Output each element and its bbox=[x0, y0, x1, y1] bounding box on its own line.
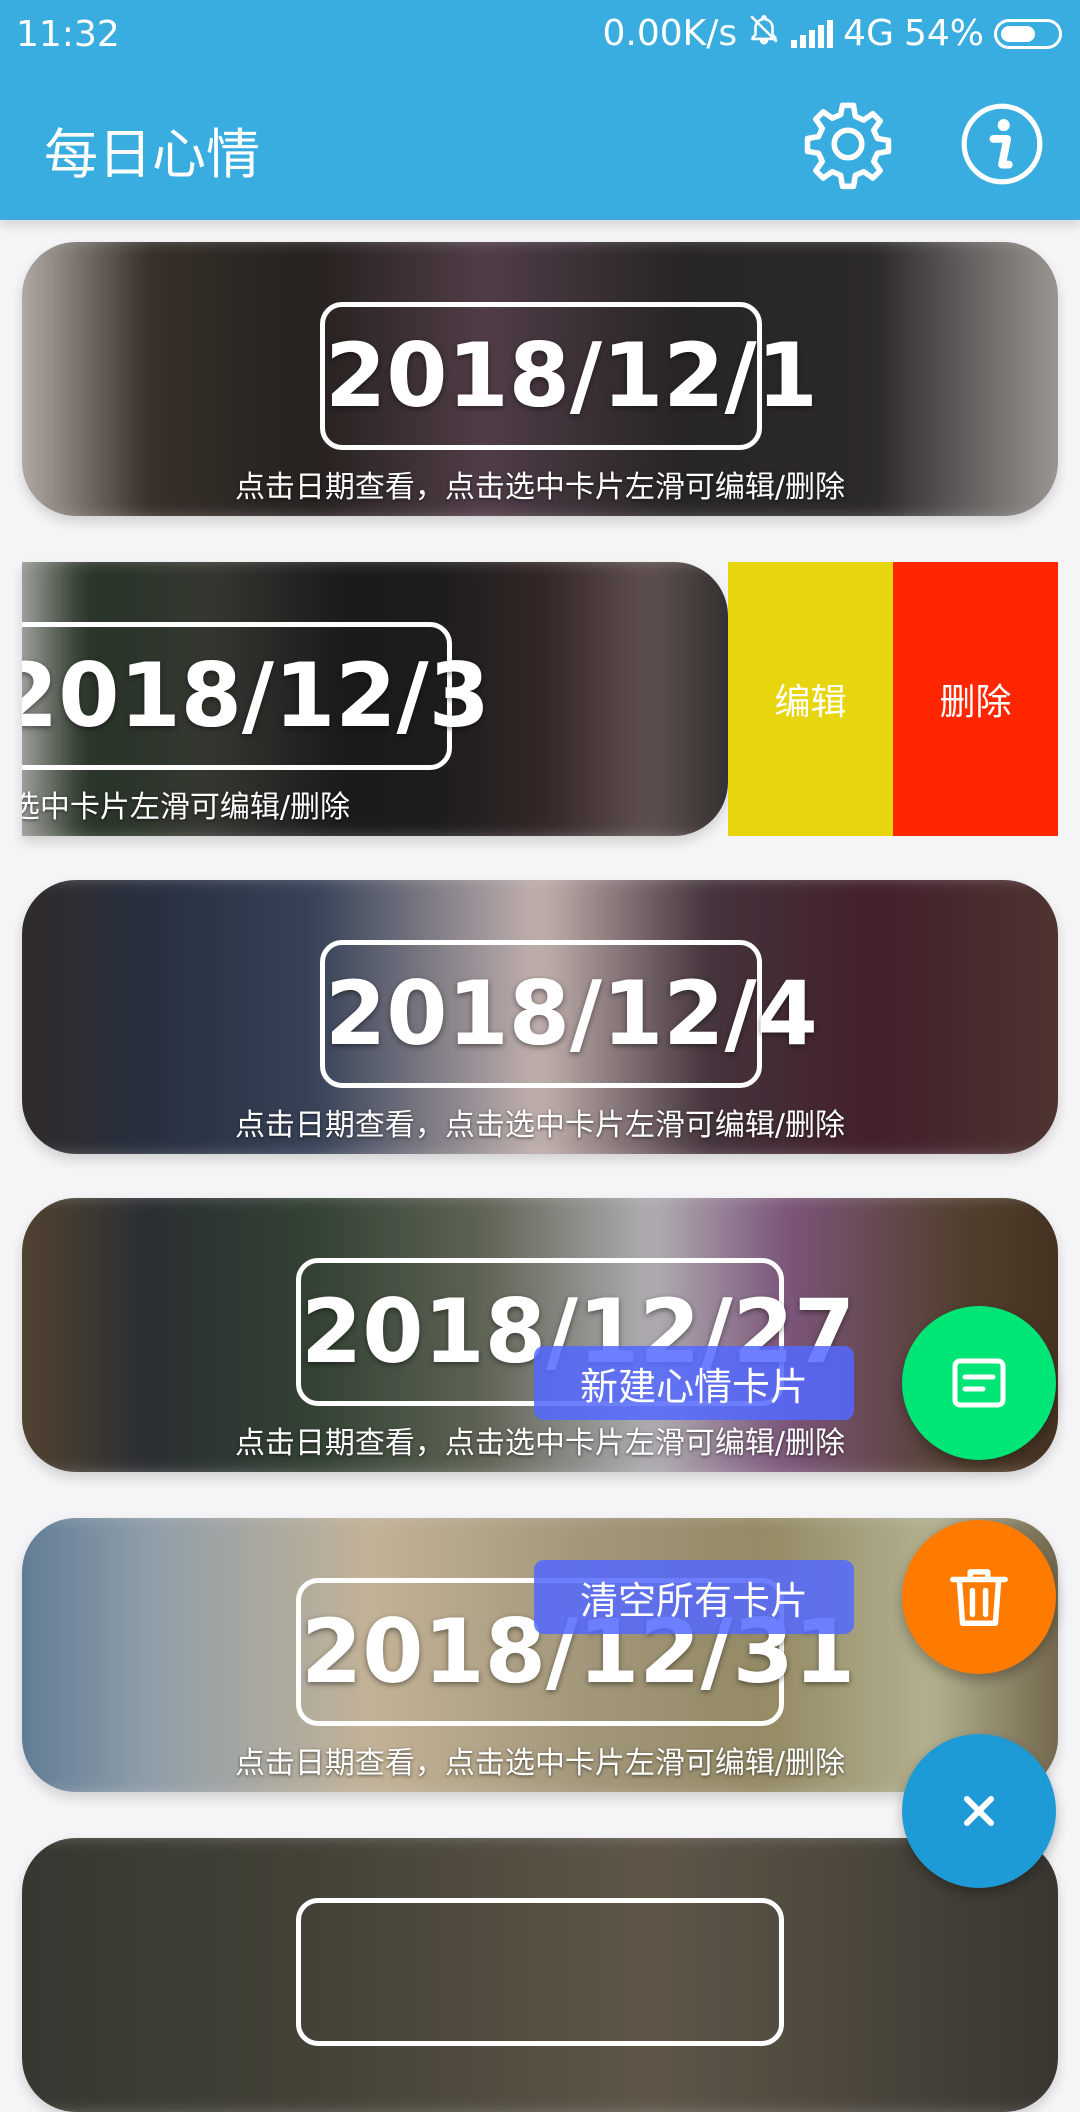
settings-button[interactable] bbox=[798, 94, 898, 194]
net-speed: 0.00K/s bbox=[602, 13, 738, 54]
clear-all-fab[interactable] bbox=[902, 1520, 1056, 1674]
card-date[interactable]: 2018/12/3 bbox=[22, 622, 490, 770]
swipe-actions: 编辑 删除 bbox=[728, 562, 1058, 836]
status-time: 11:32 bbox=[16, 14, 120, 55]
gear-icon bbox=[804, 102, 892, 190]
mood-card[interactable]: 2018/12/4 点击日期查看，点击选中卡片左滑可编辑/删除 bbox=[22, 880, 1058, 1154]
mood-card-swiped[interactable]: 2018/12/3 点击日期查看，点击选中卡片左滑可编辑/删除 bbox=[22, 562, 728, 836]
trash-icon bbox=[950, 1569, 1008, 1626]
close-menu-fab[interactable] bbox=[902, 1734, 1056, 1888]
card-hint: 点击日期查看，点击选中卡片左滑可编辑/删除 bbox=[234, 1426, 846, 1461]
new-card-label[interactable]: 新建心情卡片 bbox=[534, 1346, 854, 1420]
card-date-partial[interactable] bbox=[296, 1898, 784, 2046]
info-icon bbox=[961, 103, 1043, 185]
info-button[interactable] bbox=[952, 94, 1052, 194]
card-hint: 点击日期查看，点击选中卡片左滑可编辑/删除 bbox=[234, 470, 846, 505]
note-icon bbox=[952, 1358, 1006, 1408]
status-right: 0.00K/s 4G 54% bbox=[603, 12, 1062, 55]
mood-card[interactable]: 2018/12/31 点击日期查看，点击选中卡片左滑可编辑/删除 bbox=[22, 1518, 1058, 1792]
status-bar: 11:32 0.00K/s 4G 54% bbox=[0, 0, 1080, 70]
network-type: 4G bbox=[843, 13, 894, 54]
card-hint: 点击日期查看，点击选中卡片左滑可编辑/删除 bbox=[234, 1746, 846, 1781]
battery-icon bbox=[994, 18, 1062, 49]
app-title: 每日心情 bbox=[44, 123, 260, 186]
card-hint: 点击日期查看，点击选中卡片左滑可编辑/删除 bbox=[22, 790, 351, 825]
card-date[interactable]: 2018/12/4 bbox=[320, 940, 818, 1088]
new-card-fab[interactable] bbox=[902, 1306, 1056, 1460]
edit-button[interactable]: 编辑 bbox=[728, 562, 893, 836]
app-bar: 每日心情 bbox=[0, 70, 1080, 220]
mood-card[interactable] bbox=[22, 1838, 1058, 2112]
mute-bell-icon bbox=[747, 12, 781, 55]
signal-icon bbox=[791, 19, 834, 48]
card-hint: 点击日期查看，点击选中卡片左滑可编辑/删除 bbox=[234, 1108, 846, 1143]
card-date[interactable]: 2018/12/1 bbox=[320, 302, 818, 450]
clear-all-label[interactable]: 清空所有卡片 bbox=[534, 1560, 854, 1634]
close-icon bbox=[964, 1796, 994, 1826]
mood-card[interactable]: 2018/12/27 点击日期查看，点击选中卡片左滑可编辑/删除 bbox=[22, 1198, 1058, 1472]
battery-percent: 54% bbox=[903, 13, 984, 54]
delete-button[interactable]: 删除 bbox=[893, 562, 1058, 836]
mood-card[interactable]: 2018/12/1 点击日期查看，点击选中卡片左滑可编辑/删除 bbox=[22, 242, 1058, 516]
